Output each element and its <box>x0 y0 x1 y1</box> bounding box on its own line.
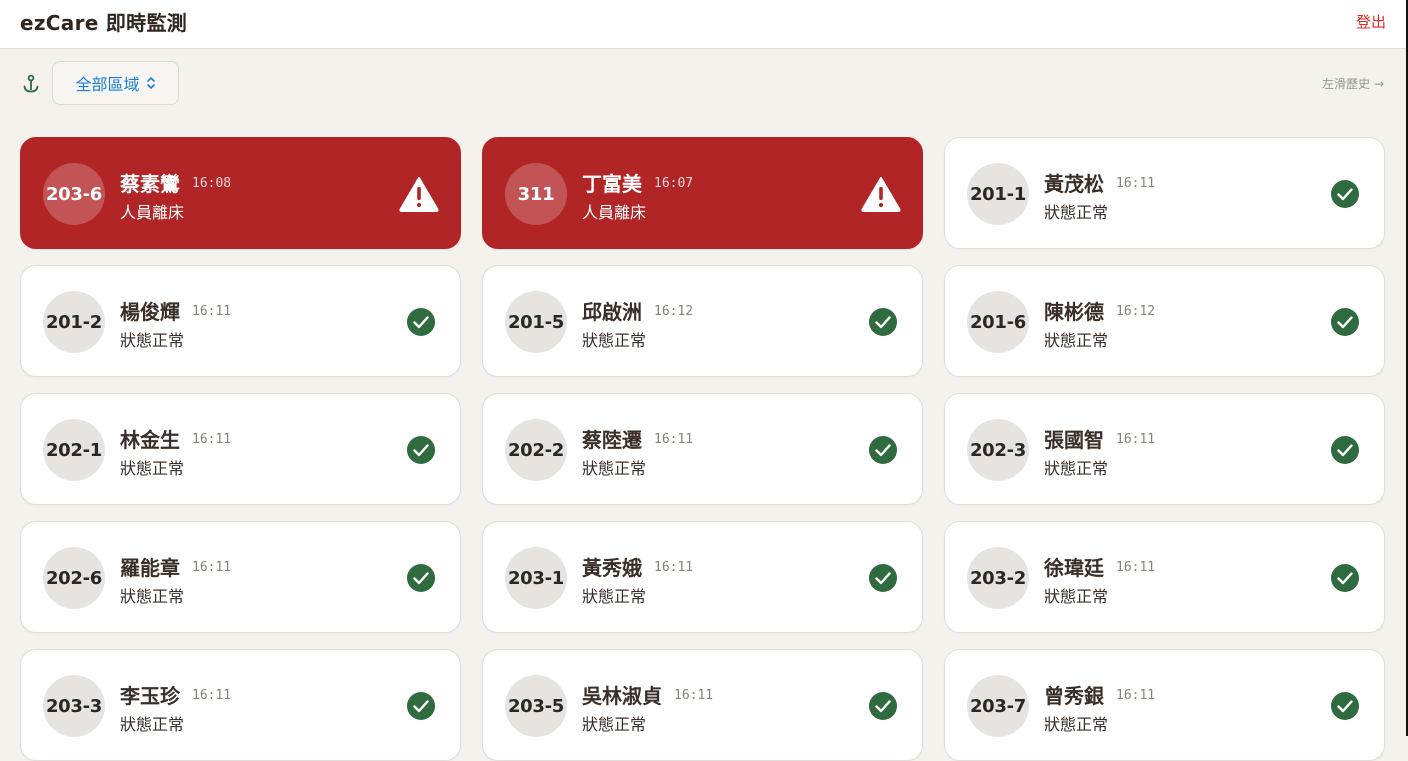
update-time: 16:11 <box>654 560 694 575</box>
resident-card[interactable]: 311 丁富美 16:07 人員離床 <box>482 137 923 249</box>
room-number-badge: 202-6 <box>43 547 105 609</box>
resident-name: 張國智 <box>1044 428 1104 452</box>
room-number-badge: 203-2 <box>967 547 1029 609</box>
update-time: 16:11 <box>654 432 694 447</box>
resident-name: 徐瑋廷 <box>1044 556 1104 580</box>
update-time: 16:11 <box>192 304 232 319</box>
resident-name: 楊俊輝 <box>120 300 180 324</box>
resident-name: 羅能章 <box>120 556 180 580</box>
resident-name: 邱啟洲 <box>582 300 642 324</box>
anchor-icon[interactable] <box>21 74 41 94</box>
resident-name: 蔡陸遷 <box>582 428 642 452</box>
check-circle-icon <box>869 564 897 592</box>
room-number-badge: 203-1 <box>505 547 567 609</box>
resident-name: 黃秀娥 <box>582 556 642 580</box>
status-text: 人員離床 <box>582 203 647 222</box>
status-text: 狀態正常 <box>1044 203 1109 222</box>
status-text: 狀態正常 <box>120 331 185 350</box>
resident-card[interactable]: 203-2 徐瑋廷 16:11 狀態正常 <box>944 521 1385 633</box>
resident-card[interactable]: 201-5 邱啟洲 16:12 狀態正常 <box>482 265 923 377</box>
check-circle-icon <box>1331 692 1359 720</box>
room-number-badge: 201-2 <box>43 291 105 353</box>
filter-bar: 全部區域 左滑歷史 → <box>0 49 1408 119</box>
room-number-badge: 201-5 <box>505 291 567 353</box>
status-text: 狀態正常 <box>120 459 185 478</box>
room-number-badge: 203-3 <box>43 675 105 737</box>
status-text: 狀態正常 <box>1044 715 1109 734</box>
check-circle-icon <box>869 308 897 336</box>
resident-card[interactable]: 202-1 林金生 16:11 狀態正常 <box>20 393 461 505</box>
resident-name: 黃茂松 <box>1044 172 1104 196</box>
status-text: 人員離床 <box>120 203 185 222</box>
resident-card[interactable]: 201-2 楊俊輝 16:11 狀態正常 <box>20 265 461 377</box>
check-circle-icon <box>407 308 435 336</box>
room-number-badge: 201-6 <box>967 291 1029 353</box>
logout-button[interactable]: 登出 <box>1356 11 1386 32</box>
resident-card[interactable]: 203-5 吳林淑貞 16:11 狀態正常 <box>482 649 923 761</box>
warning-triangle-icon <box>861 177 901 212</box>
status-text: 狀態正常 <box>582 331 647 350</box>
resident-card[interactable]: 203-3 李玉珍 16:11 狀態正常 <box>20 649 461 761</box>
status-text: 狀態正常 <box>582 459 647 478</box>
check-circle-icon <box>1331 308 1359 336</box>
swipe-history-hint: 左滑歷史 → <box>1322 77 1384 91</box>
update-time: 16:12 <box>654 304 694 319</box>
update-time: 16:07 <box>654 176 694 191</box>
resident-name: 丁富美 <box>582 172 642 196</box>
check-circle-icon <box>1331 180 1359 208</box>
status-text: 狀態正常 <box>120 715 185 734</box>
warning-triangle-icon <box>399 177 439 212</box>
update-time: 16:11 <box>1116 176 1156 191</box>
resident-name: 李玉珍 <box>120 684 180 708</box>
room-number-badge: 202-1 <box>43 419 105 481</box>
check-circle-icon <box>407 692 435 720</box>
resident-card[interactable]: 202-6 羅能章 16:11 狀態正常 <box>20 521 461 633</box>
room-number-badge: 201-1 <box>967 163 1029 225</box>
app-title: ezCare 即時監測 <box>20 11 188 35</box>
check-circle-icon <box>407 564 435 592</box>
check-circle-icon <box>869 692 897 720</box>
status-text: 狀態正常 <box>1044 331 1109 350</box>
zone-select[interactable]: 全部區域 <box>52 61 179 105</box>
chevron-updown-icon <box>146 77 155 89</box>
status-text: 狀態正常 <box>1044 587 1109 606</box>
resident-name: 林金生 <box>120 428 180 452</box>
room-number-badge: 202-2 <box>505 419 567 481</box>
status-text: 狀態正常 <box>120 587 185 606</box>
check-circle-icon <box>407 436 435 464</box>
resident-card[interactable]: 203-6 蔡素鸞 16:08 人員離床 <box>20 137 461 249</box>
check-circle-icon <box>869 436 897 464</box>
resident-card[interactable]: 203-7 曾秀銀 16:11 狀態正常 <box>944 649 1385 761</box>
room-number-badge: 202-3 <box>967 419 1029 481</box>
resident-card[interactable]: 202-3 張國智 16:11 狀態正常 <box>944 393 1385 505</box>
update-time: 16:11 <box>192 688 232 703</box>
zone-select-label: 全部區域 <box>75 75 140 94</box>
update-time: 16:11 <box>1116 688 1156 703</box>
update-time: 16:11 <box>192 560 232 575</box>
resident-card[interactable]: 203-1 黃秀娥 16:11 狀態正常 <box>482 521 923 633</box>
resident-name: 蔡素鸞 <box>120 172 180 196</box>
resident-name: 陳彬德 <box>1044 300 1104 324</box>
resident-name: 吳林淑貞 <box>582 684 662 708</box>
resident-card[interactable]: 201-1 黃茂松 16:11 狀態正常 <box>944 137 1385 249</box>
room-number-badge: 311 <box>505 163 567 225</box>
resident-card[interactable]: 202-2 蔡陸遷 16:11 狀態正常 <box>482 393 923 505</box>
update-time: 16:12 <box>1116 304 1156 319</box>
update-time: 16:08 <box>192 176 232 191</box>
resident-name: 曾秀銀 <box>1044 684 1104 708</box>
room-number-badge: 203-7 <box>967 675 1029 737</box>
top-bar: ezCare 即時監測 登出 <box>0 0 1408 49</box>
room-number-badge: 203-5 <box>505 675 567 737</box>
check-circle-icon <box>1331 564 1359 592</box>
update-time: 16:11 <box>1116 560 1156 575</box>
update-time: 16:11 <box>192 432 232 447</box>
check-circle-icon <box>1331 436 1359 464</box>
status-text: 狀態正常 <box>582 715 647 734</box>
update-time: 16:11 <box>674 688 714 703</box>
status-text: 狀態正常 <box>582 587 647 606</box>
status-text: 狀態正常 <box>1044 459 1109 478</box>
update-time: 16:11 <box>1116 432 1156 447</box>
resident-card[interactable]: 201-6 陳彬德 16:12 狀態正常 <box>944 265 1385 377</box>
room-number-badge: 203-6 <box>43 163 105 225</box>
